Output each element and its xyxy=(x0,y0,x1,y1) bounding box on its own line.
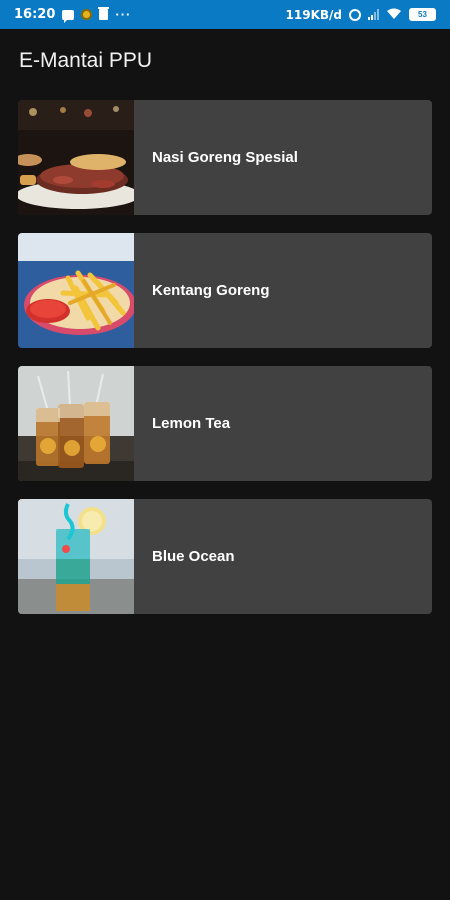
status-time: 16:20 xyxy=(14,7,56,22)
more-dots-icon: ··· xyxy=(115,7,132,22)
trash-icon xyxy=(98,7,110,20)
menu-item-blue-ocean[interactable]: Blue Ocean xyxy=(18,499,432,614)
menu-item-kentang-goreng[interactable]: Kentang Goreng xyxy=(18,233,432,348)
menu-item-name: Lemon Tea xyxy=(152,415,231,432)
menu-item-name: Blue Ocean xyxy=(152,548,235,565)
blue-ocean-drink-photo xyxy=(18,499,134,614)
menu-item-lemon-tea[interactable]: Lemon Tea xyxy=(18,366,432,481)
network-speed: 119KB/d xyxy=(285,7,342,22)
menu-item-name: Kentang Goreng xyxy=(152,282,270,299)
wifi-icon xyxy=(386,8,402,22)
nasi-goreng-photo xyxy=(18,100,134,215)
menu-item-nasi-goreng-spesial[interactable]: Nasi Goreng Spesial xyxy=(18,100,432,215)
signal-icon xyxy=(368,9,379,20)
app-title: E-Mantai PPU xyxy=(19,49,153,72)
message-icon xyxy=(62,9,75,23)
alarm-icon xyxy=(349,8,361,21)
status-bar: 16:20 ··· 119KB/d 53 xyxy=(0,0,450,29)
status-bar-left: 16:20 ··· xyxy=(14,7,132,23)
coin-icon xyxy=(81,9,93,20)
menu-item-name: Nasi Goreng Spesial xyxy=(152,149,298,166)
lemon-tea-photo xyxy=(18,366,134,481)
french-fries-photo xyxy=(18,233,134,348)
menu-list: Nasi Goreng Spesial Kentang Goreng Lemon… xyxy=(18,100,432,632)
status-bar-right: 119KB/d 53 xyxy=(286,8,436,22)
battery-icon: 53 xyxy=(409,8,436,21)
